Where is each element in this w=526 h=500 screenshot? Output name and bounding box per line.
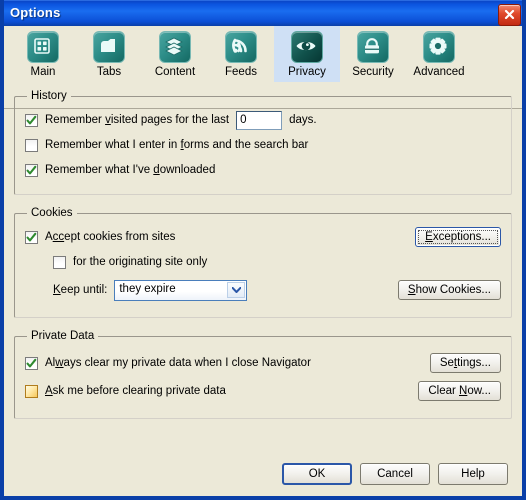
tab-strip: Main Tabs Content Feeds Privacy Security… [4, 26, 522, 109]
padlock-icon [357, 31, 389, 63]
tab-advanced[interactable]: Advanced [406, 26, 472, 82]
window-title: Options [10, 5, 61, 20]
settings-button[interactable]: Settings... [429, 353, 501, 373]
label-originating-site-only: for the originating site only [73, 256, 208, 268]
row-always-clear: Always clear my private data when I clos… [25, 352, 501, 374]
tab-privacy[interactable]: Privacy [274, 26, 340, 82]
history-legend: History [31, 90, 67, 102]
select-value: they expire [119, 282, 176, 295]
tab-main[interactable]: Main [10, 26, 76, 82]
label-remember-downloads: Remember what I've downloaded [45, 164, 216, 176]
options-content: History Remember visited pages for the l… [4, 82, 522, 419]
checkbox-ask-me-before-clearing[interactable] [25, 384, 38, 398]
cookies-legend: Cookies [31, 207, 73, 219]
layers-icon [159, 31, 191, 63]
tab-feeds[interactable]: Feeds [208, 26, 274, 82]
tab-label: Privacy [288, 66, 326, 78]
tab-shape-icon [93, 31, 125, 63]
help-button[interactable]: Help [438, 463, 508, 485]
private-data-group: Private Data Always clear my private dat… [14, 330, 512, 419]
close-icon[interactable] [498, 4, 521, 26]
tab-label: Main [30, 66, 56, 78]
clear-now-button[interactable]: Clear Now... [418, 381, 501, 401]
row-originating-site: for the originating site only [25, 251, 501, 273]
row-ask-me-before-clearing: Ask me before clearing private data Clea… [25, 380, 501, 402]
history-group: History Remember visited pages for the l… [14, 90, 512, 195]
chevron-down-icon[interactable] [227, 281, 246, 298]
dialog-footer: OK Cancel Help [282, 463, 508, 485]
options-dialog: Options Main Tabs Content Feeds Privacy … [0, 0, 526, 500]
private-data-legend: Private Data [31, 330, 95, 342]
tab-label: Tabs [96, 66, 122, 78]
show-cookies-button[interactable]: Show Cookies... [397, 280, 501, 300]
ok-button[interactable]: OK [282, 463, 352, 485]
gear-icon [423, 31, 455, 63]
tab-security[interactable]: Security [340, 26, 406, 82]
row-keep-until: Keep until: they expire Show Cookies... [25, 279, 501, 301]
row-remember-pages: Remember visited pages for the last days… [25, 109, 501, 131]
tab-label: Security [352, 66, 394, 78]
checkbox-accept-cookies[interactable] [25, 230, 38, 244]
eye-icon [291, 31, 323, 63]
exceptions-button[interactable]: Exceptions... [415, 227, 501, 247]
cancel-button[interactable]: Cancel [360, 463, 430, 485]
label-keep-until: Keep until: [53, 284, 108, 296]
checkbox-remember-forms[interactable] [25, 138, 38, 152]
row-remember-forms: Remember what I enter in forms and the s… [25, 134, 501, 156]
label-accept-cookies: Accept cookies from sites [45, 231, 176, 243]
label-remember-forms: Remember what I enter in forms and the s… [45, 139, 309, 151]
tab-label: Feeds [225, 66, 257, 78]
label-always-clear-private-data: Always clear my private data when I clos… [45, 357, 311, 369]
checkbox-remember-visited-pages[interactable] [25, 113, 38, 127]
row-remember-downloads: Remember what I've downloaded [25, 159, 501, 181]
title-bar: Options [4, 0, 522, 26]
keep-until-select[interactable]: they expire [114, 279, 248, 301]
checkbox-originating-site-only[interactable] [53, 255, 66, 269]
checkbox-remember-downloads[interactable] [25, 163, 38, 177]
label-ask-me-before-clearing: Ask me before clearing private data [45, 385, 226, 397]
grid-icon [27, 31, 59, 63]
checkbox-always-clear-private-data[interactable] [25, 356, 38, 370]
label-days-suffix: days. [289, 114, 317, 126]
cookies-group: Cookies Accept cookies from sites Except… [14, 207, 512, 318]
row-accept-cookies: Accept cookies from sites Exceptions... [25, 226, 501, 248]
tab-label: Content [154, 66, 196, 78]
history-days-input[interactable] [236, 110, 283, 130]
tab-label: Advanced [413, 66, 465, 78]
rss-icon [225, 31, 257, 63]
tab-tabs[interactable]: Tabs [76, 26, 142, 82]
tab-content[interactable]: Content [142, 26, 208, 82]
label-remember-visited-pages: Remember visited pages for the last [45, 114, 230, 126]
